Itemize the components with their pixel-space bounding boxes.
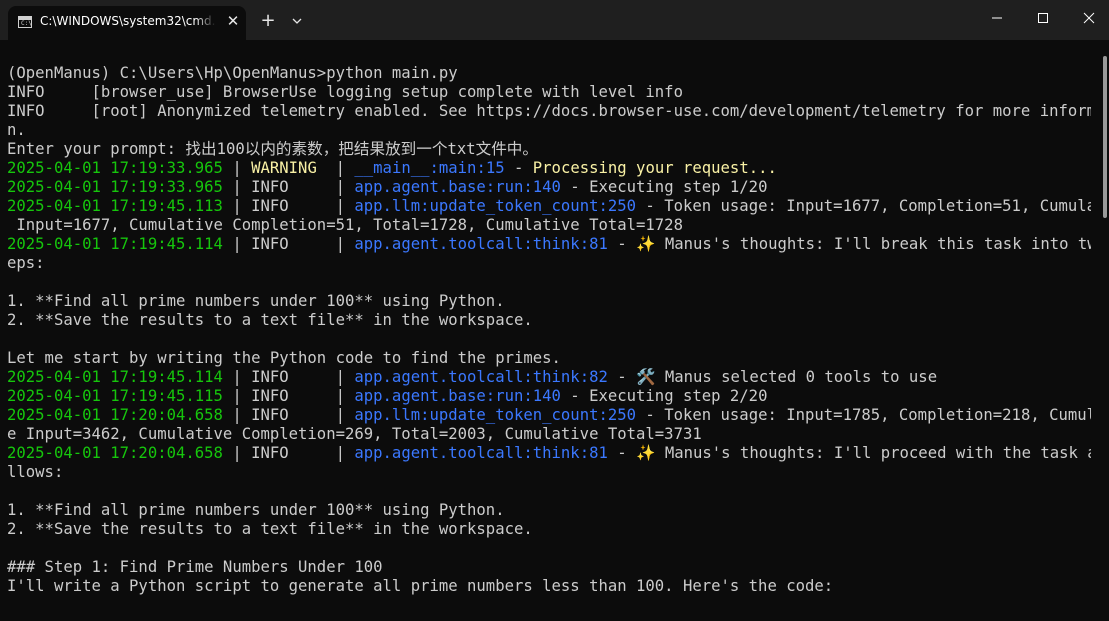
terminal-output[interactable]: (OpenManus) C:\Users\Hp\OpenManus>python… (7, 64, 1091, 621)
terminal-text: | INFO | (222, 178, 355, 196)
terminal-text: 2. **Save the results to a text file** i… (7, 520, 533, 538)
scrollbar-thumb[interactable] (1103, 56, 1107, 218)
terminal-text: | INFO | (222, 406, 355, 424)
terminal-line: 2. **Save the results to a text file** i… (7, 520, 1091, 539)
minimize-icon (992, 17, 1002, 19)
terminal-line: Let me start by writing the Python code … (7, 349, 1091, 368)
terminal-line: 2025-04-01 17:19:33.965 | INFO | app.age… (7, 178, 1091, 197)
terminal-text: Input=1677, Cumulative Completion=51, To… (7, 216, 683, 234)
terminal-text: - ✨ Manus's thoughts: I'll break this ta… (607, 235, 1091, 253)
terminal-text: (OpenManus) C:\Users\Hp\OpenManus>python… (7, 64, 458, 82)
log-timestamp: 2025-04-01 17:19:33.965 (7, 178, 223, 196)
cmd-icon-prompt: C:\ (21, 20, 32, 27)
title-bar[interactable]: C:\ C:\WINDOWS\system32\cmd.exe ✕ + (0, 0, 1109, 40)
terminal-line: Input=1677, Cumulative Completion=51, To… (7, 216, 1091, 235)
terminal-text: llows: (7, 463, 64, 481)
maximize-button[interactable] (1020, 0, 1066, 36)
close-icon (1083, 12, 1095, 24)
log-module: app.agent.base:run:140 (354, 387, 561, 405)
log-module: app.agent.toolcall:think:81 (354, 235, 608, 253)
terminal-line: 1. **Find all prime numbers under 100** … (7, 501, 1091, 520)
terminal-line: 2. **Save the results to a text file** i… (7, 311, 1091, 330)
log-timestamp: 2025-04-01 17:19:45.114 (7, 235, 223, 253)
log-timestamp: 2025-04-01 17:20:04.658 (7, 406, 223, 424)
terminal-line: 2025-04-01 17:19:45.115 | INFO | app.age… (7, 387, 1091, 406)
terminal-text: - (504, 159, 533, 177)
terminal-text: | INFO | (222, 235, 355, 253)
terminal-line: 2025-04-01 17:19:33.965 | WARNING | __ma… (7, 159, 1091, 178)
terminal-line: 2025-04-01 17:19:45.114 | INFO | app.age… (7, 235, 1091, 254)
log-level-warning: WARNING (251, 159, 327, 177)
log-module: app.agent.base:run:140 (354, 178, 561, 196)
tab-close-icon[interactable]: ✕ (224, 12, 242, 30)
terminal-line: 2025-04-01 17:20:04.658 | INFO | app.age… (7, 444, 1091, 463)
log-timestamp: 2025-04-01 17:20:04.658 (7, 444, 223, 462)
terminal-text: Processing your request... (532, 159, 777, 177)
log-module: app.agent.toolcall:think:82 (354, 368, 608, 386)
new-tab-button[interactable]: + (257, 10, 279, 32)
terminal-text: | INFO | (222, 197, 355, 215)
terminal-text: 1. **Find all prime numbers under 100** … (7, 501, 505, 519)
terminal-text: - Token usage: Input=1785, Completion=21… (636, 406, 1091, 424)
terminal-line: INFO [root] Anonymized telemetry enabled… (7, 102, 1091, 121)
tab-title: C:\WINDOWS\system32\cmd.exe (40, 14, 216, 28)
terminal-line: INFO [browser_use] BrowserUse logging se… (7, 83, 1091, 102)
terminal-text: - Executing step 1/20 (560, 178, 768, 196)
tab-dropdown-button[interactable] (287, 10, 307, 32)
terminal-line: 1. **Find all prime numbers under 100** … (7, 292, 1091, 311)
terminal-text: eps: (7, 254, 45, 272)
terminal-text: INFO [browser_use] BrowserUse logging se… (7, 83, 683, 101)
terminal-text: | INFO | (222, 368, 355, 386)
close-window-button[interactable] (1066, 0, 1109, 36)
terminal-line: 2025-04-01 17:19:45.114 | INFO | app.age… (7, 368, 1091, 387)
log-timestamp: 2025-04-01 17:19:33.965 (7, 159, 223, 177)
terminal-text: I'll write a Python script to generate a… (7, 577, 834, 595)
terminal-line: I'll write a Python script to generate a… (7, 577, 1091, 596)
terminal-text: | INFO | (222, 387, 355, 405)
terminal-line: n. (7, 121, 1091, 140)
log-module: app.llm:update_token_count:250 (354, 406, 637, 424)
maximize-icon (1038, 13, 1048, 23)
terminal-text: ### Step 1: Find Prime Numbers Under 100 (7, 558, 383, 576)
terminal-text: INFO [root] Anonymized telemetry enabled… (7, 102, 1091, 120)
terminal-text: | (326, 159, 355, 177)
terminal-text: Let me start by writing the Python code … (7, 349, 561, 367)
terminal-line: ### Step 1: Find Prime Numbers Under 100 (7, 558, 1091, 577)
log-module: app.agent.toolcall:think:81 (354, 444, 608, 462)
terminal-line: 2025-04-01 17:20:04.658 | INFO | app.llm… (7, 406, 1091, 425)
terminal-window: C:\ C:\WINDOWS\system32\cmd.exe ✕ + (0, 0, 1109, 621)
log-module: __main__:main:15 (354, 159, 505, 177)
terminal-text: 1. **Find all prime numbers under 100** … (7, 292, 505, 310)
minimize-button[interactable] (974, 0, 1020, 36)
terminal-text: n. (7, 121, 26, 139)
terminal-text: - Token usage: Input=1677, Completion=51… (636, 197, 1091, 215)
terminal-text: - 🛠️ Manus selected 0 tools to use (607, 368, 938, 386)
terminal-line: eps: (7, 254, 1091, 273)
terminal-text: - Executing step 2/20 (560, 387, 768, 405)
log-timestamp: 2025-04-01 17:19:45.114 (7, 368, 223, 386)
log-timestamp: 2025-04-01 17:19:45.115 (7, 387, 223, 405)
terminal-line: 2025-04-01 17:19:45.113 | INFO | app.llm… (7, 197, 1091, 216)
terminal-text: 2. **Save the results to a text file** i… (7, 311, 533, 329)
terminal-line: llows: (7, 463, 1091, 482)
terminal-text: e Input=3462, Cumulative Completion=269,… (7, 425, 702, 443)
log-timestamp: 2025-04-01 17:19:45.113 (7, 197, 223, 215)
terminal-text: | INFO | (222, 444, 355, 462)
chevron-down-icon (292, 18, 302, 24)
terminal-text: Enter your prompt: 找出100以内的素数，把结果放到一个txt… (7, 140, 538, 158)
terminal-text: | (222, 159, 252, 177)
cmd-icon: C:\ (18, 16, 32, 28)
terminal-line: e Input=3462, Cumulative Completion=269,… (7, 425, 1091, 444)
tab-cmd[interactable]: C:\ C:\WINDOWS\system32\cmd.exe ✕ (8, 6, 246, 40)
terminal-line: Enter your prompt: 找出100以内的素数，把结果放到一个txt… (7, 140, 1091, 159)
log-module: app.llm:update_token_count:250 (354, 197, 637, 215)
terminal-text: - ✨ Manus's thoughts: I'll proceed with … (607, 444, 1091, 462)
terminal-line: (OpenManus) C:\Users\Hp\OpenManus>python… (7, 64, 1091, 83)
